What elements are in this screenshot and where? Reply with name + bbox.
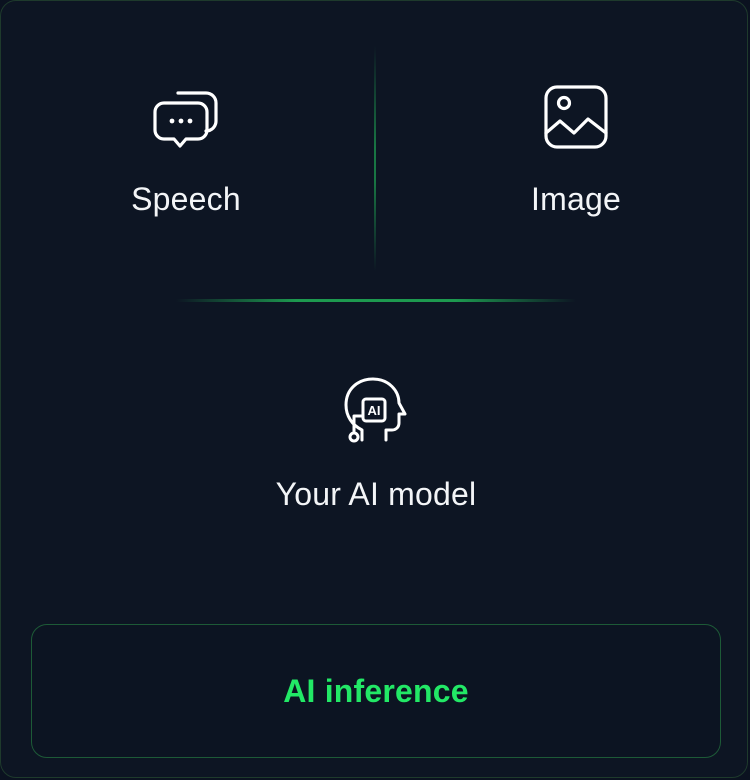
inference-label: AI inference (283, 672, 469, 709)
chat-bubbles-icon (153, 91, 218, 148)
vertical-divider (374, 46, 376, 271)
image-input: Image (476, 81, 676, 215)
ai-head-icon-text: AI (368, 403, 381, 418)
ai-inference-box: AI inference (31, 624, 721, 758)
model-label: Your AI model (275, 476, 477, 512)
image-label: Image (531, 181, 621, 217)
ai-model: AI Your AI model (226, 376, 526, 510)
image-icon (544, 85, 608, 149)
speech-input: Speech (86, 81, 286, 215)
horizontal-divider (176, 299, 576, 302)
ai-pipeline-card: Speech Image AI Your AI model AI inferen… (0, 0, 748, 778)
speech-label: Speech (131, 181, 241, 217)
ai-head-icon: AI (344, 377, 407, 443)
